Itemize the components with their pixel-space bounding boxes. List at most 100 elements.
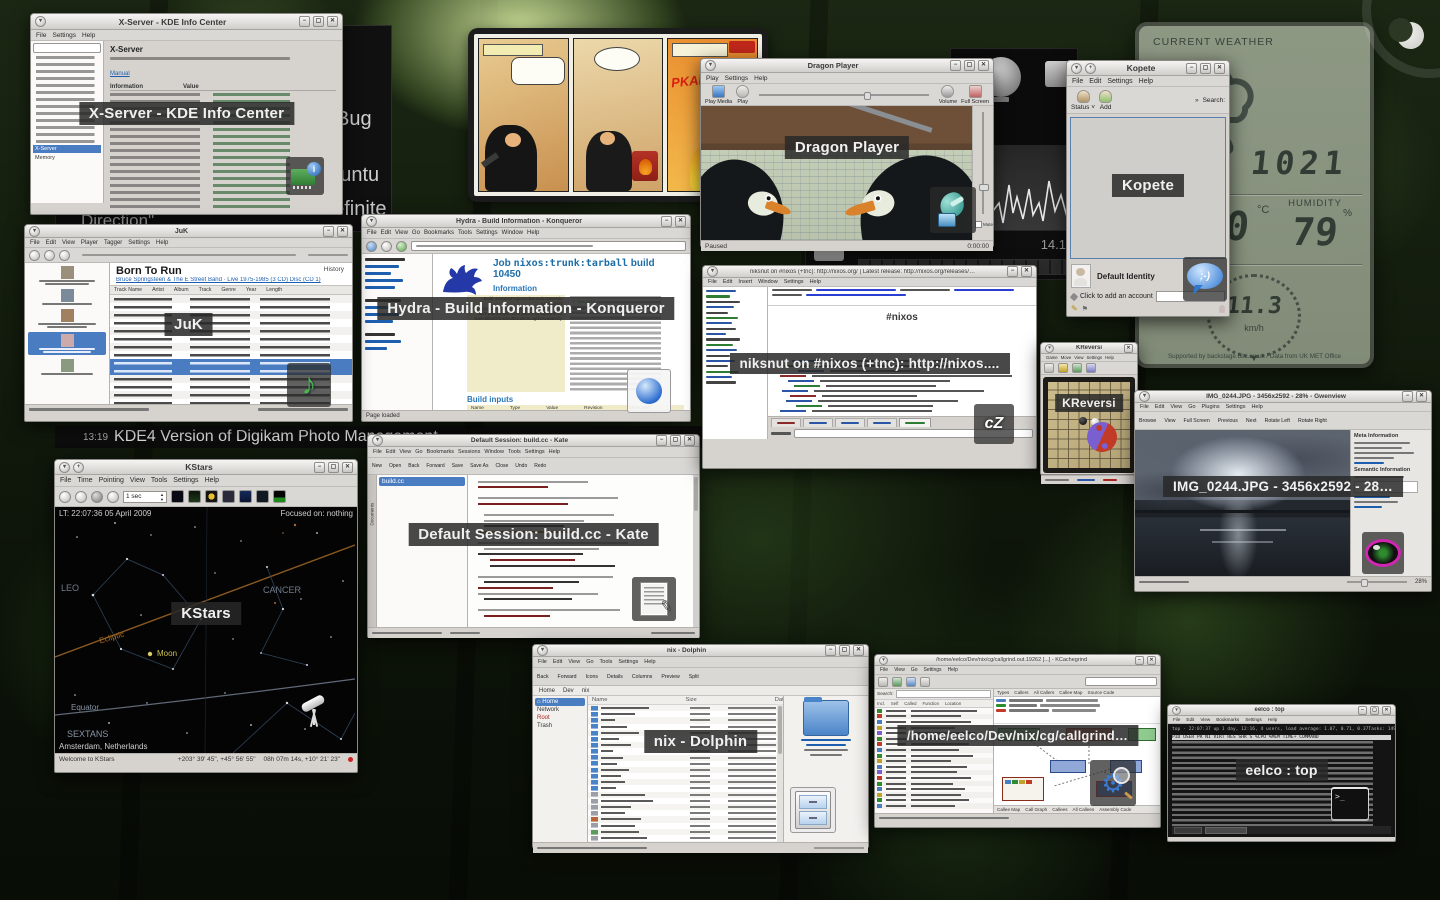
menu-item[interactable]: Pointing	[99, 477, 124, 484]
menu-item[interactable]: Settings	[128, 240, 150, 246]
menu-item[interactable]: View	[62, 240, 75, 246]
plasma-toolbox[interactable]	[1350, 0, 1440, 90]
menu-item[interactable]: File	[36, 32, 46, 39]
window-konversation[interactable]: ▾niksnut on #nixos (+tnc): http://nixos.…	[702, 265, 1037, 469]
window-menu-button[interactable]: ▾	[59, 462, 70, 473]
menu-item[interactable]: Go	[586, 659, 593, 665]
zoom-slider[interactable]	[1347, 581, 1407, 583]
menu-item[interactable]: Tagger	[104, 240, 122, 246]
navigation-toolbar[interactable]	[362, 239, 690, 254]
hydra-sidebar[interactable]	[362, 254, 433, 410]
toolbar-button[interactable]: Preview	[661, 674, 679, 680]
menu-item[interactable]: Settings	[923, 667, 941, 673]
toolbar-button[interactable]: Back	[408, 463, 419, 469]
channel-tab[interactable]	[803, 418, 833, 427]
menu-item[interactable]: Settings	[1086, 355, 1102, 360]
toolbar-button[interactable]: Save	[452, 463, 463, 469]
toolbar-button[interactable]: Next	[1246, 418, 1257, 424]
function-search-field[interactable]	[896, 690, 991, 698]
menu-item[interactable]: Help	[205, 477, 219, 484]
window-kate[interactable]: ▾Default Session: build.cc - Kate−▢✕ Fil…	[367, 434, 700, 638]
menu-item[interactable]: View	[130, 477, 145, 484]
track-table-header[interactable]: Track NameArtistAlbumTrackGenreYearLengt…	[110, 285, 352, 295]
menu-item[interactable]: Edit	[386, 449, 395, 455]
places-item-network[interactable]: Network	[535, 706, 585, 714]
tab[interactable]: Callers	[1014, 690, 1028, 695]
file-table-header[interactable]: NameSizeDate	[588, 696, 783, 705]
window-menu-button[interactable]: ▾	[1045, 344, 1054, 353]
column-header[interactable]: Track	[199, 287, 212, 293]
tab[interactable]: Call Graph	[1025, 807, 1047, 812]
minimize-button[interactable]: −	[323, 226, 334, 237]
breadcrumb[interactable]: HomeDevnix	[533, 686, 868, 696]
menu-item[interactable]: Help	[948, 667, 958, 673]
window-menu-button[interactable]: ▾	[537, 645, 548, 656]
menu-item[interactable]: Tools	[151, 477, 167, 484]
toolbar-button[interactable]: New	[372, 463, 382, 469]
minimize-button[interactable]: −	[314, 462, 325, 473]
grid-toggle[interactable]	[239, 490, 252, 503]
menubar[interactable]: FileEditViewBookmarksSettingsHelp	[1168, 716, 1395, 724]
flag-icon[interactable]: ⚑	[1082, 305, 1088, 313]
maximize-button[interactable]: ▢	[313, 16, 324, 27]
menu-item[interactable]: File	[538, 659, 547, 665]
toolbar[interactable]	[875, 675, 1160, 689]
close-button[interactable]: ✕	[1416, 391, 1427, 402]
menubar[interactable]: FileSettingsHelp	[31, 30, 342, 41]
menu-item[interactable]: File	[1072, 78, 1083, 85]
column-header[interactable]: Album	[174, 287, 189, 293]
forward-button[interactable]	[381, 241, 392, 252]
pause-button[interactable]	[44, 250, 55, 261]
toolbar-button[interactable]: Details	[607, 674, 623, 680]
volume-button[interactable]: Volume	[939, 85, 957, 105]
menubar[interactable]: PlaySettingsHelp	[701, 73, 993, 84]
topic-bar[interactable]	[768, 287, 1036, 306]
minimize-button[interactable]: −	[825, 645, 836, 656]
places-panel[interactable]: ⌂ Home Network Root Trash	[533, 696, 588, 842]
column-header[interactable]: Year	[246, 287, 256, 293]
menu-item[interactable]: Help	[754, 75, 767, 82]
menubar[interactable]: FileEditViewGoToolsSettingsHelp	[533, 657, 868, 668]
channel-tab[interactable]	[771, 418, 801, 427]
toolbar[interactable]: Status ˅ Add » Search:	[1067, 87, 1229, 114]
menu-item[interactable]: Insert	[738, 279, 752, 285]
places-item-home[interactable]: ⌂ Home	[535, 698, 585, 706]
minimize-button[interactable]: −	[661, 216, 672, 227]
menu-item[interactable]: Help	[1268, 717, 1277, 722]
menu-item[interactable]: Help	[527, 230, 539, 236]
menu-item[interactable]: Settings	[1226, 404, 1246, 410]
session-tab[interactable]	[1205, 827, 1247, 834]
toolbar[interactable]: BackForwardIconsDetailsColumnsPreviewSpl…	[533, 668, 868, 686]
stars-toggle[interactable]	[171, 490, 184, 503]
menu-item[interactable]: Edit	[46, 240, 56, 246]
toolbar-button[interactable]: Forward	[426, 463, 444, 469]
playlist-item-selected[interactable]	[28, 332, 106, 355]
window-menu-button[interactable]: ▾	[1172, 706, 1181, 715]
toolbar[interactable]: NewOpenBackForwardSaveSave AsCloseUndoRe…	[368, 458, 699, 475]
menu-item[interactable]: File	[373, 449, 382, 455]
channel-tab-active[interactable]	[899, 418, 931, 427]
menubar[interactable]: FileEditViewGoBookmarksToolsSettingsWind…	[362, 228, 690, 239]
volume-slider-vertical[interactable]	[982, 112, 984, 214]
close-button[interactable]: ✕	[684, 435, 695, 446]
zoom-out-button[interactable]	[75, 491, 87, 503]
menu-item[interactable]: View	[1200, 717, 1210, 722]
toolbar-button[interactable]: Redo	[534, 463, 546, 469]
menu-item[interactable]: File	[880, 667, 888, 673]
minimize-button[interactable]: −	[1358, 706, 1367, 715]
maximize-button[interactable]: ▢	[1370, 706, 1379, 715]
tab[interactable]: Source Code	[1088, 690, 1115, 695]
play-button[interactable]: Play	[736, 85, 749, 105]
menu-item[interactable]: Help	[549, 449, 560, 455]
toolbar-button[interactable]: Icons	[586, 674, 598, 680]
menu-item[interactable]: Help	[810, 279, 821, 285]
window-menu-button[interactable]: ▾	[372, 435, 383, 446]
column-header[interactable]: Track Name	[114, 287, 142, 293]
tab[interactable]: Assembly Code	[1099, 807, 1131, 812]
identity-avatar[interactable]	[1071, 264, 1091, 288]
menu-item[interactable]: Settings	[725, 75, 749, 82]
zoom-slider[interactable]	[814, 847, 864, 849]
toolbar[interactable]	[1041, 362, 1137, 375]
playlist-panel[interactable]	[25, 263, 110, 404]
menu-item[interactable]: Window	[502, 230, 523, 236]
